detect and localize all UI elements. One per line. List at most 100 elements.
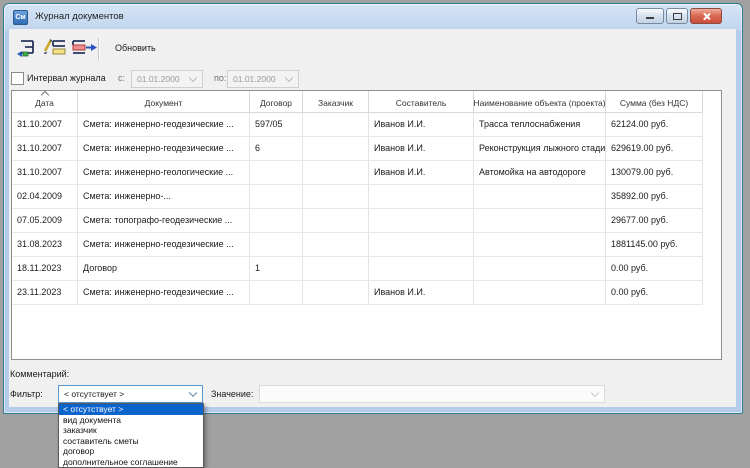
filter-option[interactable]: < отсутствует > [59,404,203,415]
table-cell[interactable] [303,281,369,305]
table-cell[interactable]: Смета: инженерно-геодезические ... [78,281,250,305]
table-cell[interactable]: 18.11.2023 [12,257,78,281]
table-cell[interactable]: 130079.00 руб. [606,161,703,185]
table-cell[interactable] [250,161,303,185]
table-cell[interactable]: Договор [78,257,250,281]
table-cell[interactable]: Смета: инженерно-... [78,185,250,209]
table-cell[interactable]: Смета: топографо-геодезические ... [78,209,250,233]
titlebar[interactable]: См Журнал документов [4,4,742,29]
chevron-down-icon [189,389,197,397]
table-cell[interactable] [250,233,303,257]
value-label: Значение: [211,389,253,399]
column-header[interactable]: Наименование объекта (проекта) [474,91,606,113]
filter-option[interactable]: вид документа [59,415,203,426]
table-cell[interactable]: 35892.00 руб. [606,185,703,209]
filter-option[interactable]: составитель сметы [59,436,203,447]
table-cell[interactable]: Трасса теплоснабжения [474,113,606,137]
minimize-button[interactable] [636,8,664,24]
close-button[interactable] [690,8,722,24]
table-cell-filler [703,113,721,137]
interval-from-select[interactable]: 01.01.2000 [131,70,203,88]
filter-option[interactable]: заказчик [59,425,203,436]
journal-export-icon [69,37,99,59]
table-cell[interactable]: 62124.00 руб. [606,113,703,137]
table-cell[interactable] [303,257,369,281]
table-cell[interactable] [369,257,474,281]
table-cell[interactable]: 0.00 руб. [606,281,703,305]
table-cell[interactable]: 1 [250,257,303,281]
table-cell[interactable]: Реконструкция лыжного стадио... [474,137,606,161]
column-header[interactable]: Заказчик [303,91,369,113]
table-cell[interactable]: 629619.00 руб. [606,137,703,161]
interval-to-label: по: [214,73,226,83]
table-cell[interactable]: Иванов И.И. [369,161,474,185]
table-cell[interactable] [474,185,606,209]
table-cell[interactable] [369,209,474,233]
interval-checkbox[interactable] [11,72,24,85]
table-cell[interactable]: Иванов И.И. [369,281,474,305]
filter-option[interactable]: дополнительное соглашение [59,457,203,468]
table-cell[interactable] [369,233,474,257]
chevron-down-icon [189,74,197,82]
edit-entry-button[interactable] [43,37,69,59]
filter-row: Фильтр: < отсутствует > Значение: [9,385,736,405]
interval-checkbox-label[interactable]: Интервал журнала [27,73,106,83]
table-cell-filler [703,233,721,257]
table-cell[interactable] [474,209,606,233]
table-cell[interactable] [474,233,606,257]
journal-export-button[interactable] [69,37,95,59]
journal-import-button[interactable] [15,37,41,59]
value-select[interactable] [259,385,605,403]
table-cell[interactable]: 31.10.2007 [12,113,78,137]
filter-label: Фильтр: [10,389,43,399]
table-cell[interactable]: 31.10.2007 [12,161,78,185]
filter-option[interactable]: договор [59,446,203,457]
table-cell[interactable] [303,185,369,209]
interval-from-label: с: [118,73,125,83]
table-cell[interactable] [303,209,369,233]
table-cell[interactable]: 31.10.2007 [12,137,78,161]
table-cell-filler [703,257,721,281]
table-cell[interactable] [303,113,369,137]
table-cell[interactable] [303,161,369,185]
table-cell[interactable]: 02.04.2009 [12,185,78,209]
column-header[interactable]: Договор [250,91,303,113]
table-cell[interactable] [303,137,369,161]
table-cell[interactable]: 31.08.2023 [12,233,78,257]
table-cell-filler [703,137,721,161]
table-cell[interactable]: Смета: инженерно-геодезические ... [78,137,250,161]
table-cell[interactable]: Смета: инженерно-геодезические ... [78,233,250,257]
table-cell[interactable] [250,281,303,305]
table-cell[interactable]: 23.11.2023 [12,281,78,305]
table-cell[interactable]: Иванов И.И. [369,137,474,161]
table-cell[interactable]: Смета: инженерно-геологические ... [78,161,250,185]
table-cell[interactable]: 07.05.2009 [12,209,78,233]
table-cell[interactable] [250,209,303,233]
table-cell[interactable]: 1881145.00 руб. [606,233,703,257]
chevron-down-icon [285,74,293,82]
table-cell[interactable] [250,185,303,209]
refresh-button[interactable]: Обновить [109,37,162,59]
table-cell[interactable]: 597/05 [250,113,303,137]
interval-from-value: 01.01.2000 [137,74,180,84]
column-header[interactable]: Документ [78,91,250,113]
table-cell[interactable] [474,281,606,305]
table-cell[interactable]: 29677.00 руб. [606,209,703,233]
table-cell-filler [703,185,721,209]
column-header[interactable]: Сумма (без НДС) [606,91,703,113]
interval-to-select[interactable]: 01.01.2000 [227,70,299,88]
filter-selected-value: < отсутствует > [64,389,124,399]
maximize-button[interactable] [666,8,688,24]
table-cell[interactable] [474,257,606,281]
sort-ascending-icon [40,91,48,99]
table-cell[interactable] [303,233,369,257]
column-header[interactable]: Дата [12,91,78,113]
table-cell[interactable]: Автомойка на автодороге [474,161,606,185]
table-cell[interactable]: Смета: инженерно-геодезические ... [78,113,250,137]
table-cell[interactable]: 6 [250,137,303,161]
table-cell[interactable] [369,185,474,209]
column-header[interactable]: Составитель [369,91,474,113]
filter-select[interactable]: < отсутствует > [58,385,203,403]
table-cell[interactable]: Иванов И.И. [369,113,474,137]
table-cell[interactable]: 0.00 руб. [606,257,703,281]
